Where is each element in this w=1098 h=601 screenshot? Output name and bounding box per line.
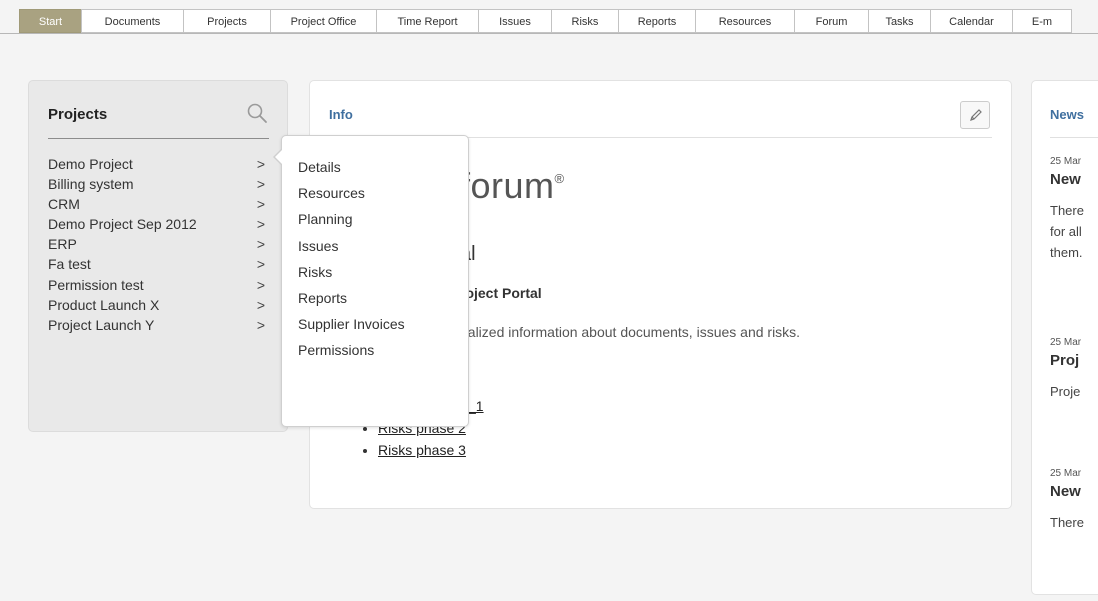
projects-panel: Projects Demo Project > Billing system > C…	[28, 80, 288, 432]
news-headline[interactable]: Proj	[1050, 352, 1081, 369]
list-item: _1	[468, 395, 484, 417]
chevron-right-icon[interactable]: >	[257, 315, 265, 335]
project-item[interactable]: ERP >	[48, 234, 269, 254]
chevron-right-icon[interactable]: >	[257, 174, 265, 194]
news-body-line: There	[1050, 515, 1084, 530]
news-body-line: Proje	[1050, 384, 1081, 399]
news-body-line: There	[1050, 203, 1084, 218]
project-label: Demo Project Sep 2012	[48, 216, 197, 233]
menu-item-issues[interactable]: Issues	[282, 233, 468, 259]
main-nav-tabs: Start Documents Projects Project Office …	[19, 9, 1072, 33]
tabbar-divider	[0, 33, 1098, 34]
news-body: There for all them.	[1050, 200, 1084, 263]
news-body: Proje	[1050, 381, 1081, 402]
news-item[interactable]: 25 Mar New There	[1050, 468, 1084, 533]
project-item[interactable]: Product Launch X >	[48, 295, 269, 315]
news-date: 25 Mar	[1050, 337, 1082, 348]
popup-pointer	[273, 148, 283, 166]
menu-item-reports[interactable]: Reports	[282, 285, 468, 311]
portal-description: nalized information about documents, iss…	[460, 324, 801, 340]
risk-link[interactable]: _1	[468, 398, 484, 414]
tab-forum[interactable]: Forum	[794, 9, 868, 33]
project-label: CRM	[48, 196, 80, 213]
project-context-menu: Details Resources Planning Issues Risks …	[273, 135, 469, 427]
news-panel: News 25 Mar New There for all them. 25 M…	[1031, 80, 1098, 595]
news-body: There	[1050, 512, 1084, 533]
tab-time-report[interactable]: Time Report	[376, 9, 478, 33]
news-item[interactable]: 25 Mar Proj Proje	[1050, 337, 1081, 402]
tab-risks[interactable]: Risks	[551, 9, 618, 33]
tab-calendar[interactable]: Calendar	[930, 9, 1012, 33]
project-label: Demo Project	[48, 156, 133, 172]
news-body-line: for all	[1050, 224, 1082, 239]
list-item: Risks phase 3	[378, 439, 484, 461]
pencil-icon	[970, 109, 982, 121]
chevron-right-icon[interactable]: >	[257, 214, 265, 234]
tab-projects[interactable]: Projects	[183, 9, 270, 33]
project-item[interactable]: CRM >	[48, 194, 269, 214]
project-label: Product Launch X	[48, 296, 160, 313]
logo-text: forum	[460, 165, 555, 206]
registered-mark: ®	[554, 171, 565, 186]
news-title-divider	[1050, 137, 1098, 138]
main-nav-tabbar: Start Documents Projects Project Office …	[0, 0, 1098, 38]
chevron-right-icon[interactable]: >	[257, 275, 265, 295]
project-item[interactable]: Fa test >	[48, 254, 269, 274]
forum-logo: forum®	[460, 165, 565, 207]
project-item[interactable]: Project Launch Y >	[48, 315, 269, 335]
news-date: 25 Mar	[1050, 468, 1082, 479]
project-label: Billing system	[48, 176, 134, 193]
news-headline[interactable]: New	[1050, 171, 1084, 188]
project-label: Fa test	[48, 256, 91, 273]
projects-title-divider	[48, 138, 269, 139]
edit-button[interactable]	[960, 101, 990, 129]
news-body-line: them.	[1050, 245, 1083, 260]
menu-item-planning[interactable]: Planning	[282, 206, 468, 232]
chevron-right-icon[interactable]: >	[257, 234, 265, 254]
news-title: News	[1050, 107, 1084, 122]
project-item[interactable]: Permission test >	[48, 275, 269, 295]
chevron-right-icon[interactable]: >	[257, 154, 265, 174]
chevron-right-icon[interactable]: >	[257, 295, 265, 315]
menu-item-details[interactable]: Details	[282, 154, 468, 180]
tab-tasks[interactable]: Tasks	[868, 9, 930, 33]
context-menu-list: Details Resources Planning Issues Risks …	[282, 154, 468, 364]
news-item[interactable]: 25 Mar New There for all them.	[1050, 156, 1084, 263]
chevron-right-icon[interactable]: >	[257, 254, 265, 274]
search-icon[interactable]	[246, 102, 268, 124]
menu-item-supplier-invoices[interactable]: Supplier Invoices	[282, 311, 468, 337]
tab-reports[interactable]: Reports	[618, 9, 695, 33]
tab-issues[interactable]: Issues	[478, 9, 551, 33]
info-title: Info	[329, 107, 353, 122]
project-item[interactable]: Demo Project Sep 2012 >	[48, 214, 269, 234]
news-date: 25 Mar	[1050, 156, 1082, 167]
tab-start[interactable]: Start	[19, 9, 81, 33]
project-label: ERP	[48, 236, 77, 253]
news-headline[interactable]: New	[1050, 483, 1084, 500]
chevron-right-icon[interactable]: >	[257, 194, 265, 214]
tab-resources[interactable]: Resources	[695, 9, 794, 33]
projects-list: Demo Project > Billing system > CRM > Demo …	[48, 154, 269, 335]
tab-documents[interactable]: Documents	[81, 9, 183, 33]
menu-item-resources[interactable]: Resources	[282, 180, 468, 206]
tab-email[interactable]: E-m	[1012, 9, 1072, 33]
project-label: Permission test	[48, 276, 144, 293]
portal-subheading: roject Portal	[460, 285, 542, 301]
risk-link[interactable]: Risks phase 3	[378, 442, 466, 458]
projects-title: Projects	[48, 106, 108, 123]
project-item[interactable]: Demo Project >	[48, 154, 269, 174]
menu-item-risks[interactable]: Risks	[282, 259, 468, 285]
menu-item-permissions[interactable]: Permissions	[282, 337, 468, 363]
project-item[interactable]: Billing system >	[48, 174, 269, 194]
project-label: Project Launch Y	[48, 316, 155, 333]
tab-project-office[interactable]: Project Office	[270, 9, 376, 33]
